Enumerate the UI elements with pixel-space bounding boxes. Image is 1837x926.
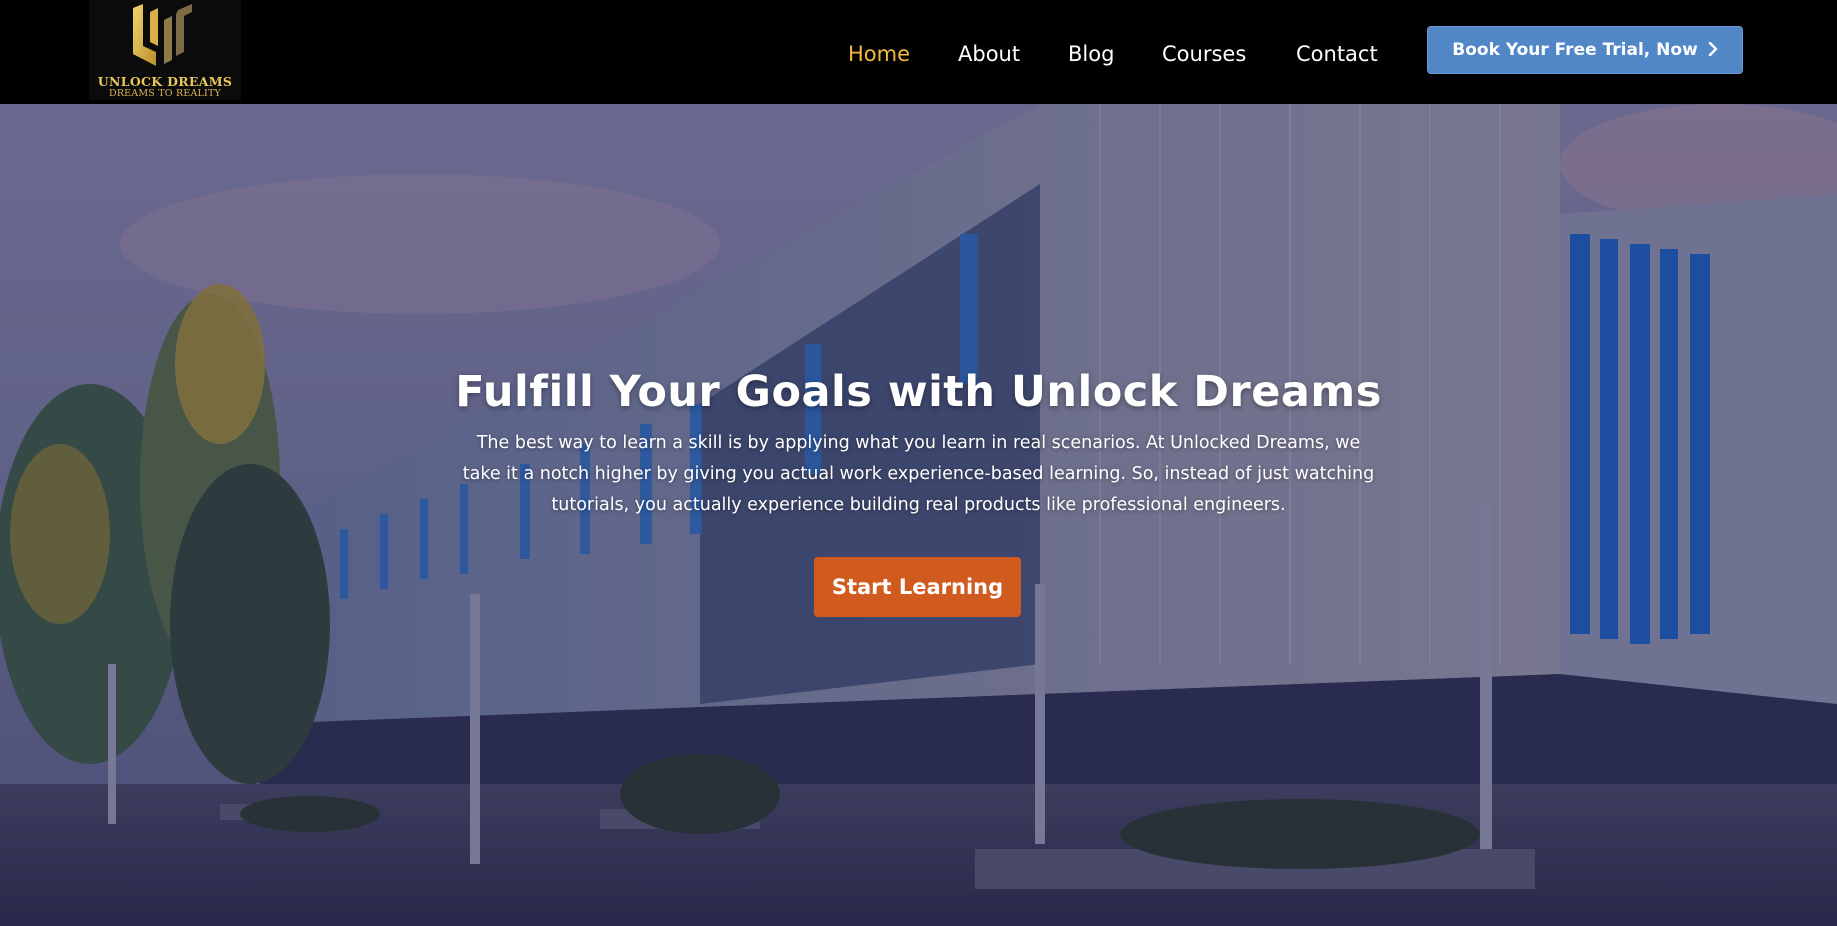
chevron-right-icon	[1708, 27, 1718, 73]
hero-content: Fulfill Your Goals with Unlock Dreams Th…	[0, 104, 1837, 926]
nav-item-about[interactable]: About	[958, 42, 1020, 66]
book-free-trial-button[interactable]: Book Your Free Trial, Now	[1427, 26, 1743, 74]
brand-tagline: DREAMS TO REALITY	[109, 88, 221, 99]
brand-logo[interactable]: UNLOCK DREAMS DREAMS TO REALITY	[89, 0, 241, 100]
nav-item-contact[interactable]: Contact	[1296, 42, 1378, 66]
unlock-dreams-logo-icon	[133, 4, 192, 66]
nav-item-blog[interactable]: Blog	[1068, 42, 1114, 66]
brand-name: UNLOCK DREAMS	[97, 74, 233, 89]
hero-title: Fulfill Your Goals with Unlock Dreams	[455, 367, 1382, 417]
nav-item-home[interactable]: Home	[848, 42, 910, 66]
nav-item-courses[interactable]: Courses	[1162, 42, 1246, 66]
hero-description: The best way to learn a skill is by appl…	[462, 433, 1375, 515]
book-free-trial-label: Book Your Free Trial, Now	[1452, 40, 1698, 60]
start-learning-button[interactable]: Start Learning	[814, 557, 1021, 617]
site-header: UNLOCK DREAMS DREAMS TO REALITY Home Abo…	[0, 0, 1837, 104]
hero-section: Fulfill Your Goals with Unlock Dreams Th…	[0, 104, 1837, 926]
